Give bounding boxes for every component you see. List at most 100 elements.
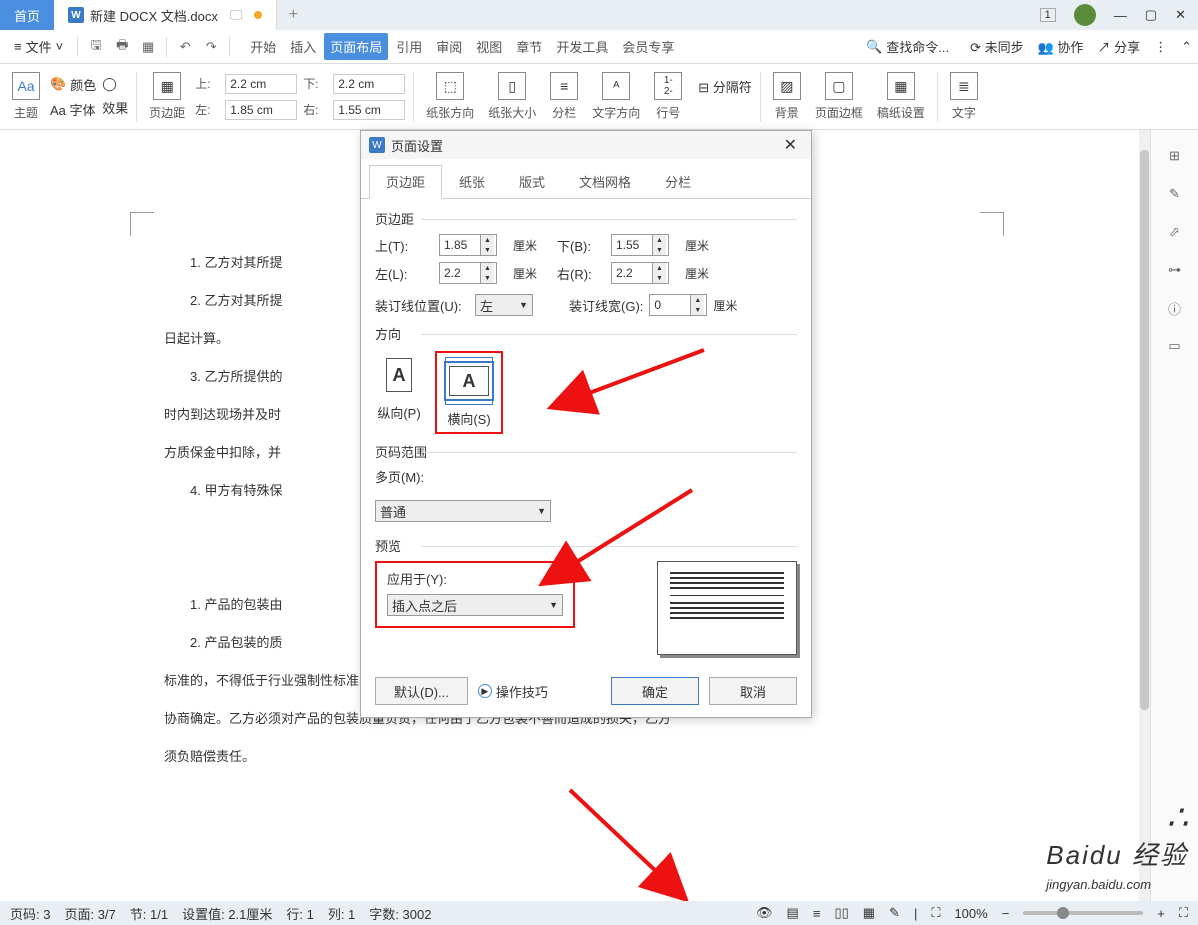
- paper-size[interactable]: ▯纸张大小: [484, 72, 540, 121]
- side-panel: ⊞ ✎ ⬀ ⊶ ⓘ ▭: [1150, 130, 1198, 901]
- zoom-value[interactable]: 100%: [954, 906, 987, 921]
- font-button[interactable]: Aa 字体: [50, 100, 96, 119]
- new-tab-button[interactable]: +: [277, 0, 309, 30]
- view-read-icon[interactable]: ▯▯: [834, 905, 848, 921]
- maximize-button[interactable]: ▢: [1145, 7, 1157, 23]
- dlg-tab-layout[interactable]: 版式: [502, 165, 562, 198]
- fullscreen-icon[interactable]: ⛶: [1179, 905, 1188, 921]
- dialog-titlebar[interactable]: W 页面设置 ✕: [361, 131, 811, 159]
- status-words[interactable]: 字数: 3002: [369, 904, 431, 923]
- right-m-input[interactable]: ▲▼: [611, 262, 669, 284]
- share-button[interactable]: ↗ 分享: [1097, 37, 1140, 56]
- text-direction[interactable]: ᴬ文字方向: [588, 72, 644, 121]
- save-icon[interactable]: 🖫: [84, 35, 108, 59]
- tab-sections[interactable]: 章节: [510, 33, 548, 60]
- gutter-pos-combo[interactable]: 左▼: [475, 294, 533, 316]
- background-button[interactable]: ▨背景: [769, 72, 805, 121]
- tab-home[interactable]: 首页: [0, 0, 54, 30]
- undo-icon[interactable]: ↶: [173, 35, 197, 59]
- close-button[interactable]: ✕: [1175, 7, 1186, 23]
- tab-developer[interactable]: 开发工具: [550, 33, 614, 60]
- zoom-slider[interactable]: [1023, 911, 1143, 915]
- dlg-tab-paper[interactable]: 纸张: [442, 165, 502, 198]
- select-icon[interactable]: ⬀: [1165, 222, 1185, 242]
- pencil-icon[interactable]: ✎: [1165, 184, 1185, 204]
- command-search[interactable]: 🔍 查找命令...: [859, 34, 956, 59]
- fit-width-icon[interactable]: ⛶: [931, 905, 940, 921]
- bottom-input[interactable]: ▲▼: [611, 234, 669, 256]
- gutter-w-label: 装订线宽(G):: [569, 296, 643, 315]
- grid-paper-button[interactable]: ▦稿纸设置: [873, 72, 929, 121]
- tab-page-layout[interactable]: 页面布局: [324, 33, 388, 60]
- page-border-button[interactable]: ▢页面边框: [811, 72, 867, 121]
- paper-direction[interactable]: ⬚纸张方向: [422, 72, 478, 121]
- vertical-scrollbar[interactable]: [1139, 130, 1150, 901]
- view-outline-icon[interactable]: ≡: [813, 906, 821, 921]
- margins-button[interactable]: ▦ 页边距: [145, 72, 189, 121]
- archive-icon[interactable]: ▭: [1165, 336, 1185, 356]
- view-edit-icon[interactable]: ✎: [889, 905, 900, 921]
- settings-icon[interactable]: ⊶: [1165, 260, 1185, 280]
- multi-combo[interactable]: 普通▼: [375, 500, 551, 522]
- more-menu[interactable]: ︙: [1154, 37, 1167, 56]
- sync-status[interactable]: ⟳ 未同步: [970, 37, 1024, 56]
- redo-icon[interactable]: ↷: [199, 35, 223, 59]
- theme-group[interactable]: Aa 主题: [8, 72, 44, 121]
- dlg-tab-columns[interactable]: 分栏: [648, 165, 708, 198]
- effect-button[interactable]: 效果: [102, 98, 128, 117]
- margin-top-input[interactable]: [225, 74, 297, 94]
- print-preview-icon[interactable]: ▦: [136, 35, 160, 59]
- zoom-out[interactable]: −: [1002, 906, 1010, 921]
- separator-button[interactable]: ⊟ 分隔符: [698, 77, 752, 96]
- apply-combo[interactable]: 插入点之后▼: [387, 594, 563, 616]
- toolbox-icon[interactable]: ⊞: [1165, 146, 1185, 166]
- left-m-input[interactable]: ▲▼: [439, 262, 497, 284]
- gutter-w-input[interactable]: ▲▼: [649, 294, 707, 316]
- tab-member[interactable]: 会员专享: [616, 33, 680, 60]
- margin-left-input[interactable]: [225, 100, 297, 120]
- eye-icon[interactable]: 👁: [756, 905, 773, 921]
- text-wrap-button[interactable]: ≣文字: [946, 72, 982, 121]
- dlg-tab-grid[interactable]: 文档网格: [562, 165, 648, 198]
- tab-start[interactable]: 开始: [244, 33, 282, 60]
- operation-tip[interactable]: ▶操作技巧: [478, 682, 548, 701]
- tab-review[interactable]: 审阅: [430, 33, 468, 60]
- margin-bottom-input[interactable]: [333, 74, 405, 94]
- status-page[interactable]: 页面: 3/7: [64, 904, 115, 923]
- orientation-portrait[interactable]: A 纵向(P): [375, 351, 423, 434]
- status-page-no[interactable]: 页码: 3: [10, 904, 50, 923]
- default-button[interactable]: 默认(D)...: [375, 677, 468, 705]
- collapse-ribbon[interactable]: ⌃: [1181, 39, 1192, 55]
- scrollbar-thumb[interactable]: [1140, 150, 1149, 710]
- tab-insert[interactable]: 插入: [284, 33, 322, 60]
- collab-button[interactable]: 👥 协作: [1038, 37, 1084, 56]
- zoom-in[interactable]: +: [1157, 906, 1165, 921]
- dialog-title: 页面设置: [391, 136, 443, 155]
- cancel-button[interactable]: 取消: [709, 677, 797, 705]
- status-row[interactable]: 行: 1: [286, 904, 313, 923]
- status-col[interactable]: 列: 1: [328, 904, 355, 923]
- tab-references[interactable]: 引用: [390, 33, 428, 60]
- line-numbers[interactable]: 1-2-行号: [650, 72, 686, 121]
- status-setval[interactable]: 设置值: 2.1厘米: [182, 904, 272, 923]
- avatar[interactable]: [1074, 4, 1096, 26]
- minimize-button[interactable]: —: [1114, 8, 1127, 23]
- effect-shape[interactable]: ◯: [102, 76, 128, 92]
- tab-view[interactable]: 视图: [470, 33, 508, 60]
- print-icon[interactable]: 🖶: [110, 35, 134, 59]
- view-web-icon[interactable]: ▦: [863, 905, 875, 921]
- margin-right-input[interactable]: [333, 100, 405, 120]
- color-button[interactable]: 🎨 颜色: [50, 75, 96, 94]
- ok-button[interactable]: 确定: [611, 677, 699, 705]
- tab-document[interactable]: W 新建 DOCX 文档.docx 🖵: [54, 0, 277, 30]
- help-icon[interactable]: ⓘ: [1165, 298, 1185, 318]
- dlg-tab-margins[interactable]: 页边距: [369, 165, 442, 199]
- orientation-landscape[interactable]: A 横向(S): [435, 351, 503, 434]
- file-menu[interactable]: ≡ 文件 ˅: [6, 33, 71, 60]
- workspace-icon[interactable]: 1: [1040, 8, 1056, 22]
- dialog-close-button[interactable]: ✕: [778, 135, 803, 155]
- status-section[interactable]: 节: 1/1: [130, 904, 168, 923]
- top-input[interactable]: ▲▼: [439, 234, 497, 256]
- view-page-icon[interactable]: ▤: [787, 905, 799, 921]
- columns-button[interactable]: ≡分栏: [546, 72, 582, 121]
